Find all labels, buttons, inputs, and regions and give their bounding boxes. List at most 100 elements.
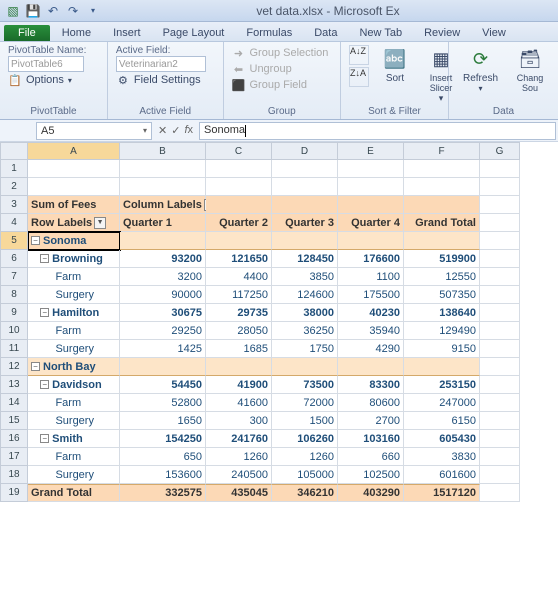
af-input[interactable] [116,56,206,72]
tab-insert[interactable]: Insert [103,25,151,41]
cell[interactable]: 83300 [338,376,404,394]
cell[interactable]: 117250 [206,286,272,304]
cell[interactable]: 332575 [120,484,206,502]
cell[interactable] [272,232,338,250]
cell[interactable] [272,160,338,178]
row-header[interactable]: 11 [0,340,28,358]
cell[interactable] [404,196,480,214]
cell[interactable]: 30675 [120,304,206,322]
cell[interactable] [28,178,120,196]
cell[interactable]: 1685 [206,340,272,358]
cell[interactable] [338,160,404,178]
cell[interactable]: 128450 [272,250,338,268]
cell[interactable] [480,466,520,484]
cell[interactable]: 138640 [404,304,480,322]
collapse-icon[interactable]: − [40,254,49,263]
cell[interactable] [206,232,272,250]
row-header[interactable]: 5 [0,232,28,250]
undo-icon[interactable]: ↶ [44,2,62,20]
cell[interactable] [480,214,520,232]
cell[interactable]: −Hamilton [28,304,120,322]
sort-button[interactable]: 🔤Sort [375,45,415,104]
formula-bar[interactable]: Sonoma [199,122,556,140]
cell[interactable] [480,232,520,250]
cell[interactable] [338,196,404,214]
cell[interactable]: 41600 [206,394,272,412]
cell[interactable]: 1750 [272,340,338,358]
tab-review[interactable]: Review [414,25,470,41]
sort-asc-icon[interactable]: A↓Z [349,45,369,65]
cell[interactable] [338,358,404,376]
cell[interactable] [404,160,480,178]
cell[interactable]: Quarter 2 [206,214,272,232]
cell[interactable]: Farm [28,394,120,412]
cell[interactable]: 41900 [206,376,272,394]
cell[interactable] [480,304,520,322]
options-button[interactable]: 📋Options ▾ [8,72,99,88]
cell[interactable]: 124600 [272,286,338,304]
cell[interactable] [272,358,338,376]
cell[interactable] [480,340,520,358]
col-G[interactable]: G [480,142,520,160]
cell[interactable] [206,178,272,196]
cell[interactable]: 40230 [338,304,404,322]
cell[interactable]: Grand Total [28,484,120,502]
cell[interactable]: 660 [338,448,404,466]
cell[interactable]: 102500 [338,466,404,484]
row-header[interactable]: 17 [0,448,28,466]
cell[interactable] [480,394,520,412]
cell[interactable]: Surgery [28,340,120,358]
cell[interactable] [404,232,480,250]
cell[interactable]: 1650 [120,412,206,430]
save-icon[interactable]: 💾 [24,2,42,20]
cell[interactable] [120,178,206,196]
name-box[interactable]: A5▾ [36,122,152,140]
cell[interactable]: 605430 [404,430,480,448]
cell[interactable]: 153600 [120,466,206,484]
cell[interactable]: 6150 [404,412,480,430]
cell[interactable]: 36250 [272,322,338,340]
cell[interactable]: 28050 [206,322,272,340]
cell[interactable] [404,178,480,196]
cell[interactable] [272,196,338,214]
col-A[interactable]: A [28,142,120,160]
cell[interactable] [480,250,520,268]
cell[interactable]: 52800 [120,394,206,412]
cell[interactable]: 38000 [272,304,338,322]
cell[interactable]: 4290 [338,340,404,358]
cell[interactable] [120,358,206,376]
excel-icon[interactable]: ▧ [4,2,22,20]
enter-icon[interactable]: ✓ [171,124,180,137]
dropdown-icon[interactable]: ▼ [94,217,106,229]
cell[interactable] [480,286,520,304]
col-F[interactable]: F [404,142,480,160]
cell[interactable]: Farm [28,322,120,340]
cell[interactable]: 650 [120,448,206,466]
tab-page-layout[interactable]: Page Layout [153,25,235,41]
select-all-corner[interactable] [0,142,28,160]
cell[interactable]: 105000 [272,466,338,484]
cell[interactable]: 1100 [338,268,404,286]
cell[interactable]: 507350 [404,286,480,304]
cell[interactable]: 1260 [206,448,272,466]
collapse-icon[interactable]: − [40,434,49,443]
cell[interactable]: 73500 [272,376,338,394]
col-B[interactable]: B [120,142,206,160]
cell[interactable]: 3200 [120,268,206,286]
row-header[interactable]: 7 [0,268,28,286]
row-header[interactable]: 6 [0,250,28,268]
cell[interactable] [480,196,520,214]
row-header[interactable]: 15 [0,412,28,430]
col-C[interactable]: C [206,142,272,160]
cell[interactable] [338,178,404,196]
collapse-icon[interactable]: − [31,236,40,245]
cell[interactable]: 601600 [404,466,480,484]
cell[interactable] [480,178,520,196]
row-header[interactable]: 1 [0,160,28,178]
cell[interactable]: 29250 [120,322,206,340]
cell[interactable] [480,322,520,340]
row-header[interactable]: 9 [0,304,28,322]
collapse-icon[interactable]: − [40,380,49,389]
cell[interactable]: 103160 [338,430,404,448]
cell[interactable]: Row Labels▼ [28,214,120,232]
